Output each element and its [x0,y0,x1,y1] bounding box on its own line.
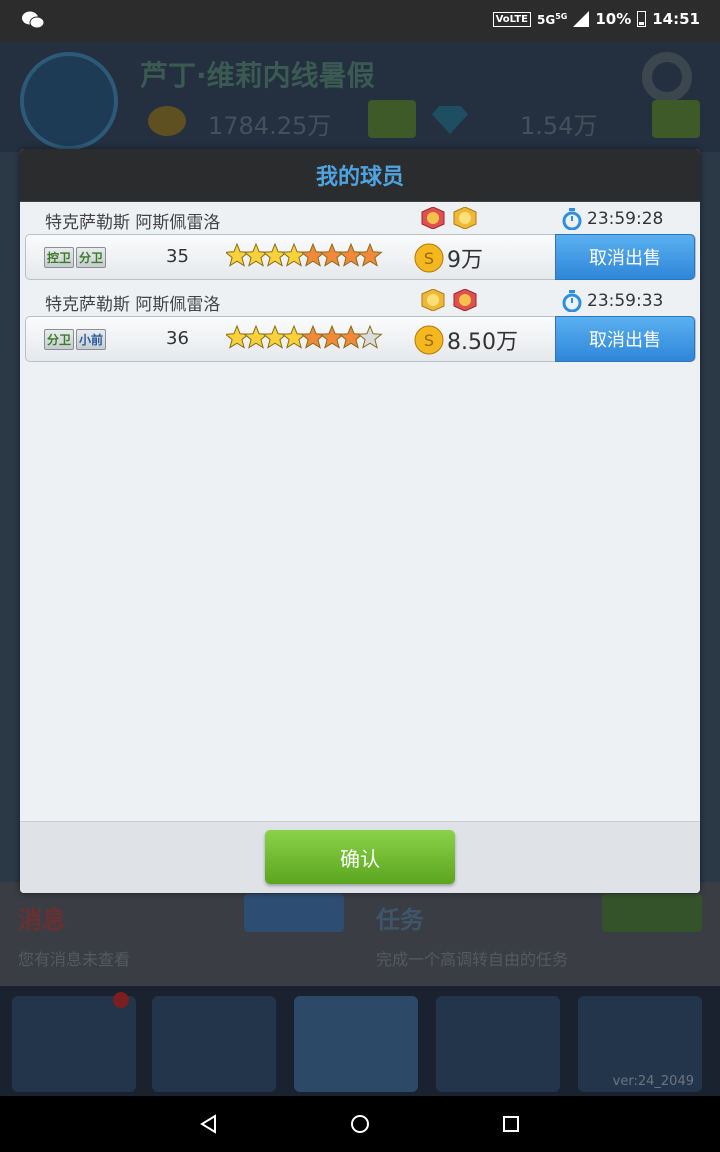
position-badges: 控卫 分卫 [44,247,107,268]
list-item: 特克萨勒斯 阿斯佩雷洛 23:59:28 控卫 分卫 35 S 9万 取消出售 [25,205,696,287]
svg-text:S: S [424,331,434,350]
bg-bottom-nav: ver:24_2049 [0,986,720,1096]
gear-icon [642,52,692,102]
star-rating [226,243,383,267]
cancel-sale-button[interactable]: 取消出售 [555,234,695,280]
position-badge: 控卫 [44,247,75,268]
gem-icon [432,106,468,134]
home-icon[interactable] [346,1110,374,1138]
star-icon [281,243,307,267]
nav-tile-star [12,996,136,1092]
star-icon [300,325,326,349]
tasks-button [602,894,702,932]
star-icon [281,325,307,349]
nav-tile-chat [436,996,560,1092]
position-badges: 分卫 小前 [44,329,107,350]
price-value: 9万 [447,248,483,273]
cancel-sale-button[interactable]: 取消出售 [555,316,695,362]
messages-button [244,894,344,932]
network-label: 5G5G [537,11,568,27]
bg-header: 芦丁·维莉内线暑假 1784.25万 1.54万 [0,42,720,152]
club-name: 芦丁·维莉内线暑假 [140,59,375,92]
club-logo [20,52,118,150]
quality-badges [420,207,478,229]
my-players-dialog: 我的球员 特克萨勒斯 阿斯佩雷洛 23:59:28 控卫 分卫 35 S 9万 … [20,149,700,893]
sale-price: S 9万 [414,242,483,274]
star-icon [319,325,345,349]
clock: 14:51 [652,10,700,28]
position-badge: 小前 [76,329,107,350]
star-icon [357,325,383,349]
star-icon [300,243,326,267]
player-card: 分卫 小前 36 S 8.50万 取消出售 [25,316,696,362]
version-label: ver:24_2049 [612,1074,694,1089]
price-value: 8.50万 [447,330,518,355]
wechat-icon [22,11,44,29]
nav-tile-market [294,996,418,1092]
confirm-button[interactable]: 确认 [265,830,455,884]
star-icon [226,325,250,349]
red-medal-icon [453,289,477,311]
coin-icon: S [414,243,444,273]
sale-price: S 8.50万 [414,324,518,356]
signal-icon [573,11,590,27]
star-icon [226,243,250,267]
star-icon [262,243,288,267]
nav-tile-money [152,996,276,1092]
star-icon [357,243,383,267]
list-item: 特克萨勒斯 阿斯佩雷洛 23:59:33 分卫 小前 36 S 8.50万 取消… [25,287,696,369]
position-badge: 分卫 [76,247,107,268]
star-rating [226,325,383,349]
star-icon [243,243,269,267]
status-bar: VoLTE 5G5G 10% 14:51 [0,0,720,42]
system-nav-bar [0,1096,720,1152]
volte-label: VoLTE [492,11,531,27]
quality-badges [420,289,478,311]
messages-title: 消息 [18,906,66,934]
player-rating: 36 [166,328,189,349]
star-icon [262,325,288,349]
star-icon [338,243,364,267]
gold-medal-icon [453,207,477,229]
stopwatch-icon [562,290,582,312]
player-name: 特克萨勒斯 阿斯佩雷洛 [45,295,221,315]
messages-text: 您有消息未查看 [18,950,131,969]
stopwatch-icon [562,208,582,230]
back-icon[interactable] [195,1110,223,1138]
red-medal-icon [421,207,445,229]
battery-icon [637,11,647,27]
coin-icon: S [414,325,444,355]
dialog-footer: 确认 [20,821,700,893]
tasks-title: 任务 [376,906,424,934]
coins-value: 1784.25万 [208,112,332,140]
bg-panels: 消息 任务 您有消息未查看 完成一个高调转自由的任务 [0,882,720,992]
player-list: 特克萨勒斯 阿斯佩雷洛 23:59:28 控卫 分卫 35 S 9万 取消出售 … [25,205,696,369]
player-card: 控卫 分卫 35 S 9万 取消出售 [25,234,696,280]
sale-timer: 23:59:33 [561,290,663,312]
star-icon [338,325,364,349]
dialog-header: 我的球员 [20,149,700,202]
gems-value: 1.54万 [520,112,598,140]
star-icon [243,325,269,349]
recents-icon[interactable] [497,1110,525,1138]
timer-value: 23:59:33 [587,291,664,311]
timer-value: 23:59:28 [587,209,664,229]
star-icon [319,243,345,267]
battery-percent: 10% [595,10,632,28]
player-name: 特克萨勒斯 阿斯佩雷洛 [45,213,221,233]
player-rating: 35 [166,246,189,267]
sale-timer: 23:59:28 [561,208,663,230]
position-badge: 分卫 [44,329,75,350]
dialog-title: 我的球员 [315,165,404,190]
coin-icon [148,106,186,136]
notification-badge [113,992,129,1008]
add-coins-button [368,100,416,138]
add-gems-button [652,100,700,138]
svg-text:S: S [424,249,434,268]
gold-medal-icon [421,289,445,311]
tasks-text: 完成一个高调转自由的任务 [376,950,569,969]
